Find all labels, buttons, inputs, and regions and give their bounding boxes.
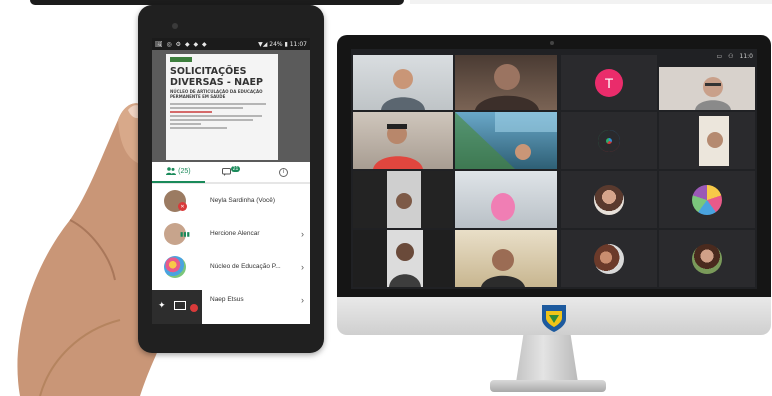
monitor-chin: [337, 297, 771, 335]
participant-video: [699, 116, 729, 166]
participant-video: [387, 171, 421, 228]
tablet-screen: 🖼 ◎ ⚙ ◆ ◆ ◆ ▼◢ 24% ▮ 11:07 SOLICITAÇÕES …: [152, 38, 310, 324]
participant-video: [475, 64, 539, 110]
participants-panel: (25) 21 i ✕ Neyla Sardinha (Você) ▮▮▮ He…: [152, 162, 310, 324]
video-tile[interactable]: [455, 112, 557, 169]
tab-info[interactable]: i: [257, 167, 310, 177]
chevron-right-icon[interactable]: ›: [301, 262, 304, 272]
document-title-line1: SOLICITAÇÕES: [170, 66, 247, 77]
coat-of-arms-icon: [542, 305, 566, 332]
participant-video: [455, 112, 557, 169]
tab-participants[interactable]: (25): [152, 161, 205, 183]
avatar: [692, 243, 722, 274]
people-icon[interactable]: ⚇: [728, 53, 733, 60]
shared-document: SOLICITAÇÕES DIVERSAS - NAEP NÚCLEO DE A…: [152, 50, 310, 162]
chat-icon: [221, 168, 231, 176]
participant-video: [491, 193, 515, 221]
mic-off-icon[interactable]: [190, 304, 198, 312]
tablet-device: 🖼 ◎ ⚙ ◆ ◆ ◆ ▼◢ 24% ▮ 11:07 SOLICITAÇÕES …: [138, 5, 324, 353]
status-icons-left: 🖼 ◎ ⚙ ◆ ◆ ◆: [155, 40, 208, 48]
avatar: [692, 184, 722, 215]
video-tile[interactable]: [353, 112, 453, 169]
doc-line: [170, 103, 266, 105]
video-tile-avatar[interactable]: [561, 230, 657, 287]
self-view-pip[interactable]: ✦: [152, 290, 202, 324]
document-logo: [170, 57, 192, 62]
video-tile[interactable]: [455, 55, 557, 110]
doc-line: [170, 127, 228, 129]
doc-line-highlight: [170, 111, 212, 113]
screen-share-icon[interactable]: [174, 301, 186, 310]
participant-name: Naep Etsus: [210, 296, 244, 303]
video-tile-avatar[interactable]: [659, 230, 755, 287]
call-time: 11:0: [739, 52, 753, 60]
video-tile-avatar[interactable]: [561, 171, 657, 228]
doc-line: [170, 119, 254, 121]
chat-icon[interactable]: ▭: [716, 53, 722, 60]
chat-unread-badge: 21: [230, 166, 241, 172]
participant-name: Hercione Alencar: [210, 230, 260, 237]
participant-row[interactable]: ▮▮▮ Hercione Alencar ›: [152, 217, 310, 250]
chevron-right-icon[interactable]: ›: [301, 229, 304, 239]
doc-line: [170, 115, 262, 117]
mic-off-icon: ✕: [178, 202, 187, 211]
participant-name: Neyla Sardinha (Você): [210, 197, 276, 204]
top-edge-light: [410, 0, 772, 4]
document-page: SOLICITAÇÕES DIVERSAS - NAEP NÚCLEO DE A…: [166, 54, 278, 160]
video-tile[interactable]: [659, 67, 755, 110]
video-tile[interactable]: [353, 171, 453, 228]
document-body-lines: [170, 103, 274, 129]
logo-avatar: [594, 125, 624, 156]
document-title-line2: DIVERSAS - NAEP: [170, 77, 263, 88]
video-tile-avatar[interactable]: [561, 112, 657, 169]
avatar: [594, 243, 624, 274]
tab-chat[interactable]: 21: [205, 166, 258, 176]
participants-count: (25): [178, 167, 191, 175]
monitor-stand-base: [490, 380, 606, 392]
doc-line: [170, 107, 243, 109]
participant-row[interactable]: Núcleo de Educação P... ›: [152, 250, 310, 283]
doc-line: [170, 123, 202, 125]
video-tile[interactable]: [353, 230, 453, 287]
participants-tabbar: (25) 21 i: [152, 162, 310, 184]
status-icons-right: ▼◢ 24% ▮ 11:07: [258, 40, 307, 48]
info-icon: i: [279, 167, 289, 177]
participant-video: [481, 249, 525, 287]
video-tile[interactable]: [455, 230, 557, 287]
tablet-camera: [172, 23, 178, 29]
document-subtitle: NÚCLEO DE ARTICULAÇÃO DA EDUCAÇÃO PERMAN…: [170, 89, 263, 99]
participant-row[interactable]: ✕ Neyla Sardinha (Você): [152, 184, 310, 217]
chevron-right-icon[interactable]: ›: [301, 295, 304, 305]
monitor-camera: [550, 41, 554, 45]
pin-icon[interactable]: ✦: [158, 300, 166, 311]
avatar: [594, 184, 624, 215]
participant-video: [381, 69, 425, 110]
video-tile-avatar[interactable]: [659, 171, 755, 228]
mic-active-icon: ▮▮▮: [180, 232, 190, 238]
avatar-initial: T: [595, 68, 623, 97]
participant-video: [373, 124, 423, 169]
participant-name: Núcleo de Educação P...: [210, 263, 281, 270]
video-tile[interactable]: [455, 171, 557, 228]
participant-video: [695, 77, 731, 110]
monitor-bezel: ▭ ⚇ 11:0 T: [337, 35, 771, 297]
video-tile[interactable]: [659, 112, 755, 169]
participant-video: [387, 230, 423, 287]
monitor-stand: [515, 335, 579, 383]
avatar: [164, 255, 186, 278]
status-bar: 🖼 ◎ ⚙ ◆ ◆ ◆ ▼◢ 24% ▮ 11:07: [152, 38, 310, 50]
video-call-grid: ▭ ⚇ 11:0 T: [351, 49, 757, 289]
people-icon: [166, 167, 177, 175]
desktop-monitor: ▭ ⚇ 11:0 T: [337, 35, 771, 335]
video-tile[interactable]: [353, 55, 453, 110]
video-tile-avatar[interactable]: T: [561, 55, 657, 110]
